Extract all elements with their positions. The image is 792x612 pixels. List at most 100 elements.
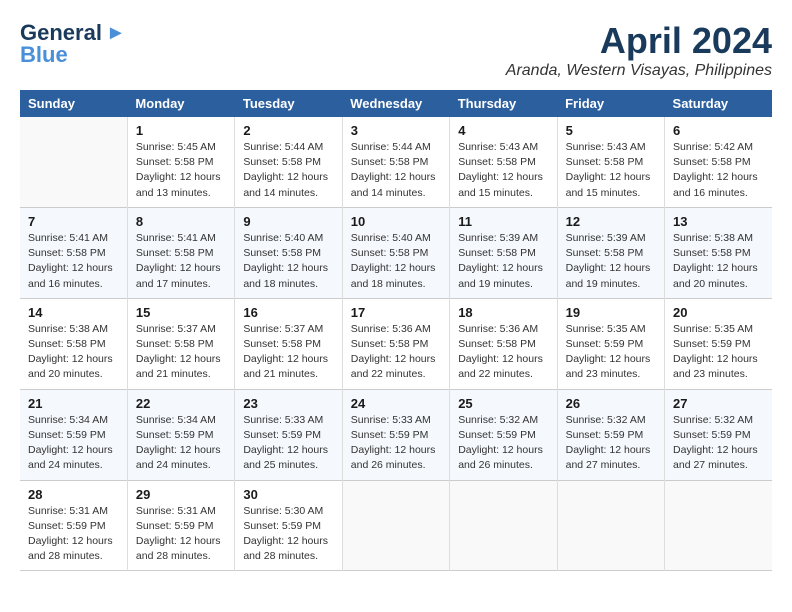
week-row-2: 7 Sunrise: 5:41 AMSunset: 5:58 PMDaylight… bbox=[20, 207, 772, 298]
calendar-cell: 7 Sunrise: 5:41 AMSunset: 5:58 PMDaylight… bbox=[20, 207, 127, 298]
calendar-cell: 15 Sunrise: 5:37 AMSunset: 5:58 PMDayligh… bbox=[127, 298, 234, 389]
calendar-cell: 30 Sunrise: 5:30 AMSunset: 5:59 PMDayligh… bbox=[235, 480, 342, 571]
day-info: Sunrise: 5:33 AMSunset: 5:59 PMDaylight:… bbox=[243, 413, 333, 474]
calendar-cell: 26 Sunrise: 5:32 AMSunset: 5:59 PMDayligh… bbox=[557, 389, 664, 480]
day-number: 18 bbox=[458, 305, 548, 320]
day-number: 19 bbox=[566, 305, 656, 320]
day-info: Sunrise: 5:35 AMSunset: 5:59 PMDaylight:… bbox=[566, 322, 656, 383]
calendar-cell: 9Sunrise: 5:40 AMSunset: 5:58 PMDaylight… bbox=[235, 207, 342, 298]
day-number: 7 bbox=[28, 214, 119, 229]
day-info: Sunrise: 5:42 AMSunset: 5:58 PMDaylight:… bbox=[673, 140, 764, 201]
day-info: Sunrise: 5:38 AMSunset: 5:58 PMDaylight:… bbox=[673, 231, 764, 292]
calendar-cell bbox=[665, 480, 772, 571]
calendar-cell: 17 Sunrise: 5:36 AMSunset: 5:58 PMDayligh… bbox=[342, 298, 449, 389]
calendar-cell: 22 Sunrise: 5:34 AMSunset: 5:59 PMDayligh… bbox=[127, 389, 234, 480]
header-day-saturday: Saturday bbox=[665, 90, 772, 117]
day-number: 5 bbox=[566, 123, 656, 138]
day-number: 4 bbox=[458, 123, 548, 138]
day-info: Sunrise: 5:33 AMSunset: 5:59 PMDaylight:… bbox=[351, 413, 441, 474]
day-number: 12 bbox=[566, 214, 656, 229]
day-number: 28 bbox=[28, 487, 119, 502]
day-number: 15 bbox=[136, 305, 226, 320]
day-number: 2 bbox=[243, 123, 333, 138]
day-number: 1 bbox=[136, 123, 226, 138]
day-info: Sunrise: 5:31 AMSunset: 5:59 PMDaylight:… bbox=[28, 504, 119, 565]
day-number: 10 bbox=[351, 214, 441, 229]
calendar-cell: 27 Sunrise: 5:32 AMSunset: 5:59 PMDayligh… bbox=[665, 389, 772, 480]
calendar-cell: 2 Sunrise: 5:44 AMSunset: 5:58 PMDaylight… bbox=[235, 117, 342, 207]
day-number: 6 bbox=[673, 123, 764, 138]
calendar-body: 1 Sunrise: 5:45 AMSunset: 5:58 PMDaylight… bbox=[20, 117, 772, 571]
header-day-thursday: Thursday bbox=[450, 90, 557, 117]
header-row: SundayMondayTuesdayWednesdayThursdayFrid… bbox=[20, 90, 772, 117]
day-number: 16 bbox=[243, 305, 333, 320]
logo-blue: Blue bbox=[20, 42, 68, 68]
day-number: 14 bbox=[28, 305, 119, 320]
day-info: Sunrise: 5:41 AMSunset: 5:58 PMDaylight:… bbox=[28, 231, 119, 292]
day-info: Sunrise: 5:44 AMSunset: 5:58 PMDaylight:… bbox=[351, 140, 441, 201]
day-number: 13 bbox=[673, 214, 764, 229]
week-row-3: 14Sunrise: 5:38 AMSunset: 5:58 PMDayligh… bbox=[20, 298, 772, 389]
day-info: Sunrise: 5:32 AMSunset: 5:59 PMDaylight:… bbox=[673, 413, 764, 474]
calendar-cell: 10 Sunrise: 5:40 AMSunset: 5:58 PMDayligh… bbox=[342, 207, 449, 298]
day-number: 11 bbox=[458, 214, 548, 229]
calendar-cell: 21 Sunrise: 5:34 AMSunset: 5:59 PMDayligh… bbox=[20, 389, 127, 480]
day-info: Sunrise: 5:31 AMSunset: 5:59 PMDaylight:… bbox=[136, 504, 226, 565]
header-day-monday: Monday bbox=[127, 90, 234, 117]
day-number: 24 bbox=[351, 396, 441, 411]
calendar-cell: 24 Sunrise: 5:33 AMSunset: 5:59 PMDayligh… bbox=[342, 389, 449, 480]
day-info: Sunrise: 5:35 AMSunset: 5:59 PMDaylight:… bbox=[673, 322, 764, 383]
day-number: 3 bbox=[351, 123, 441, 138]
day-info: Sunrise: 5:37 AMSunset: 5:58 PMDaylight:… bbox=[136, 322, 226, 383]
calendar-cell bbox=[342, 480, 449, 571]
calendar-cell: 28 Sunrise: 5:31 AMSunset: 5:59 PMDayligh… bbox=[20, 480, 127, 571]
day-number: 30 bbox=[243, 487, 333, 502]
calendar-cell: 25 Sunrise: 5:32 AMSunset: 5:59 PMDayligh… bbox=[450, 389, 557, 480]
day-info: Sunrise: 5:39 AMSunset: 5:58 PMDaylight:… bbox=[566, 231, 656, 292]
calendar-cell: 20 Sunrise: 5:35 AMSunset: 5:59 PMDayligh… bbox=[665, 298, 772, 389]
day-info: Sunrise: 5:41 AMSunset: 5:58 PMDaylight:… bbox=[136, 231, 226, 292]
day-info: Sunrise: 5:34 AMSunset: 5:59 PMDaylight:… bbox=[136, 413, 226, 474]
calendar-cell: 5 Sunrise: 5:43 AMSunset: 5:58 PMDaylight… bbox=[557, 117, 664, 207]
calendar-cell: 23Sunrise: 5:33 AMSunset: 5:59 PMDayligh… bbox=[235, 389, 342, 480]
calendar-cell: 1 Sunrise: 5:45 AMSunset: 5:58 PMDaylight… bbox=[127, 117, 234, 207]
day-info: Sunrise: 5:37 AMSunset: 5:58 PMDaylight:… bbox=[243, 322, 333, 383]
day-info: Sunrise: 5:30 AMSunset: 5:59 PMDaylight:… bbox=[243, 504, 333, 565]
calendar-cell: 3 Sunrise: 5:44 AMSunset: 5:58 PMDaylight… bbox=[342, 117, 449, 207]
day-info: Sunrise: 5:40 AMSunset: 5:58 PMDaylight:… bbox=[351, 231, 441, 292]
calendar-cell bbox=[20, 117, 127, 207]
calendar-cell: 16 Sunrise: 5:37 AMSunset: 5:58 PMDayligh… bbox=[235, 298, 342, 389]
week-row-4: 21 Sunrise: 5:34 AMSunset: 5:59 PMDayligh… bbox=[20, 389, 772, 480]
calendar-table: SundayMondayTuesdayWednesdayThursdayFrid… bbox=[20, 90, 772, 571]
day-info: Sunrise: 5:43 AMSunset: 5:58 PMDaylight:… bbox=[458, 140, 548, 201]
day-number: 8 bbox=[136, 214, 226, 229]
calendar-cell bbox=[557, 480, 664, 571]
week-row-5: 28 Sunrise: 5:31 AMSunset: 5:59 PMDayligh… bbox=[20, 480, 772, 571]
day-number: 20 bbox=[673, 305, 764, 320]
day-info: Sunrise: 5:36 AMSunset: 5:58 PMDaylight:… bbox=[351, 322, 441, 383]
logo: General ► Blue bbox=[20, 20, 126, 68]
header-day-wednesday: Wednesday bbox=[342, 90, 449, 117]
day-info: Sunrise: 5:32 AMSunset: 5:59 PMDaylight:… bbox=[458, 413, 548, 474]
day-number: 27 bbox=[673, 396, 764, 411]
calendar-cell: 12 Sunrise: 5:39 AMSunset: 5:58 PMDayligh… bbox=[557, 207, 664, 298]
day-number: 21 bbox=[28, 396, 119, 411]
day-number: 22 bbox=[136, 396, 226, 411]
day-info: Sunrise: 5:39 AMSunset: 5:58 PMDaylight:… bbox=[458, 231, 548, 292]
day-number: 25 bbox=[458, 396, 548, 411]
day-info: Sunrise: 5:40 AMSunset: 5:58 PMDaylight:… bbox=[243, 231, 333, 292]
day-info: Sunrise: 5:44 AMSunset: 5:58 PMDaylight:… bbox=[243, 140, 333, 201]
day-number: 26 bbox=[566, 396, 656, 411]
day-number: 17 bbox=[351, 305, 441, 320]
day-info: Sunrise: 5:45 AMSunset: 5:58 PMDaylight:… bbox=[136, 140, 226, 201]
day-info: Sunrise: 5:34 AMSunset: 5:59 PMDaylight:… bbox=[28, 413, 119, 474]
calendar-cell: 8 Sunrise: 5:41 AMSunset: 5:58 PMDaylight… bbox=[127, 207, 234, 298]
day-info: Sunrise: 5:32 AMSunset: 5:59 PMDaylight:… bbox=[566, 413, 656, 474]
week-row-1: 1 Sunrise: 5:45 AMSunset: 5:58 PMDaylight… bbox=[20, 117, 772, 207]
day-info: Sunrise: 5:36 AMSunset: 5:58 PMDaylight:… bbox=[458, 322, 548, 383]
day-info: Sunrise: 5:43 AMSunset: 5:58 PMDaylight:… bbox=[566, 140, 656, 201]
calendar-title: April 2024 bbox=[506, 20, 772, 62]
calendar-cell: 14Sunrise: 5:38 AMSunset: 5:58 PMDayligh… bbox=[20, 298, 127, 389]
calendar-cell: 11 Sunrise: 5:39 AMSunset: 5:58 PMDayligh… bbox=[450, 207, 557, 298]
header-day-friday: Friday bbox=[557, 90, 664, 117]
